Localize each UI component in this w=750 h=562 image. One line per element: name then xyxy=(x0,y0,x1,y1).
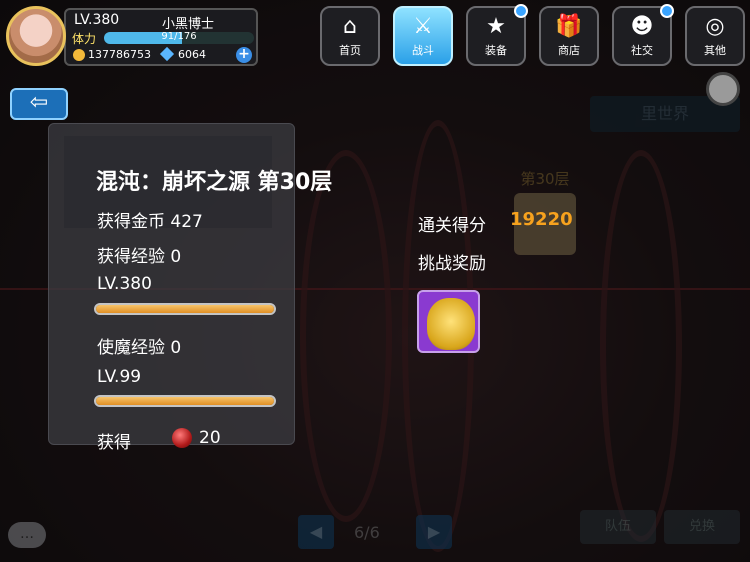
reward-label: 挑战奖励 xyxy=(418,254,486,274)
gift-icon: 🎁 xyxy=(555,14,583,39)
swords-icon: ⚔ xyxy=(413,14,433,39)
coin-icon xyxy=(73,49,85,61)
stamina-value: 91/176 xyxy=(161,31,197,42)
nav-home[interactable]: ⌂ 首页 xyxy=(320,6,380,66)
notification-dot xyxy=(660,4,674,18)
nav-equipment[interactable]: ★ 装备 xyxy=(466,4,528,66)
avatar[interactable] xyxy=(6,6,66,66)
nav-social[interactable]: ☻ 社交 xyxy=(612,4,674,66)
exp-gained: 获得经验 0 xyxy=(97,247,182,267)
player-level: LV.380 xyxy=(74,12,120,28)
player-info-box: LV.380 小黑博士 体力 91/176 137786753 6064 + xyxy=(64,8,258,66)
score-value: 19220 xyxy=(510,209,573,230)
player-level-result: LV.380 xyxy=(97,274,152,294)
red-gem-icon xyxy=(172,428,192,448)
nav-label: 装备 xyxy=(485,44,507,57)
obtain-label: 获得 xyxy=(97,433,131,453)
golden-bear-icon xyxy=(427,298,475,350)
reward-item-bear-icon[interactable] xyxy=(417,290,480,353)
nav-label: 社交 xyxy=(631,44,653,57)
familiar-exp-bar xyxy=(94,395,276,407)
notification-dot xyxy=(514,4,528,18)
home-icon: ⌂ xyxy=(343,14,357,39)
stamina-label: 体力 xyxy=(72,32,97,46)
player-exp-bar xyxy=(94,303,276,315)
target-icon: ◎ xyxy=(705,14,725,39)
coin-count: 137786753 xyxy=(88,48,151,61)
nav-shop[interactable]: 🎁 商店 xyxy=(539,6,599,66)
player-info: LV.380 小黑博士 体力 91/176 137786753 6064 + xyxy=(6,6,258,68)
chat-button[interactable]: … xyxy=(8,522,46,548)
toggle-button[interactable] xyxy=(706,72,740,106)
familiar-level: LV.99 xyxy=(97,367,142,387)
nav-label: 战斗 xyxy=(412,44,434,57)
familiar-exp-bar-fill xyxy=(96,397,274,405)
gun-star-icon: ★ xyxy=(486,14,506,39)
nav-label: 首页 xyxy=(339,44,361,57)
familiar-exp-gained: 使魔经验 0 xyxy=(97,338,182,358)
score-label: 通关得分 xyxy=(418,216,486,236)
player-name: 小黑博士 xyxy=(162,17,215,32)
nav-battle[interactable]: ⚔ 战斗 xyxy=(393,6,453,66)
player-exp-bar-fill xyxy=(96,305,274,313)
back-button[interactable]: ⇦ xyxy=(10,88,68,120)
add-gems-button[interactable]: + xyxy=(236,47,252,63)
gem-icon xyxy=(159,46,175,62)
skull-icon: ☻ xyxy=(630,14,654,39)
nav-label: 其他 xyxy=(704,44,726,57)
gem-count: 6064 xyxy=(178,48,206,61)
result-title: 混沌：崩坏之源 第30层 xyxy=(96,170,333,195)
nav-other[interactable]: ◎ 其他 xyxy=(685,6,745,66)
nav-label: 商店 xyxy=(558,44,580,57)
gold-gained: 获得金币 427 xyxy=(97,212,203,232)
obtain-count: 20 xyxy=(199,428,221,448)
